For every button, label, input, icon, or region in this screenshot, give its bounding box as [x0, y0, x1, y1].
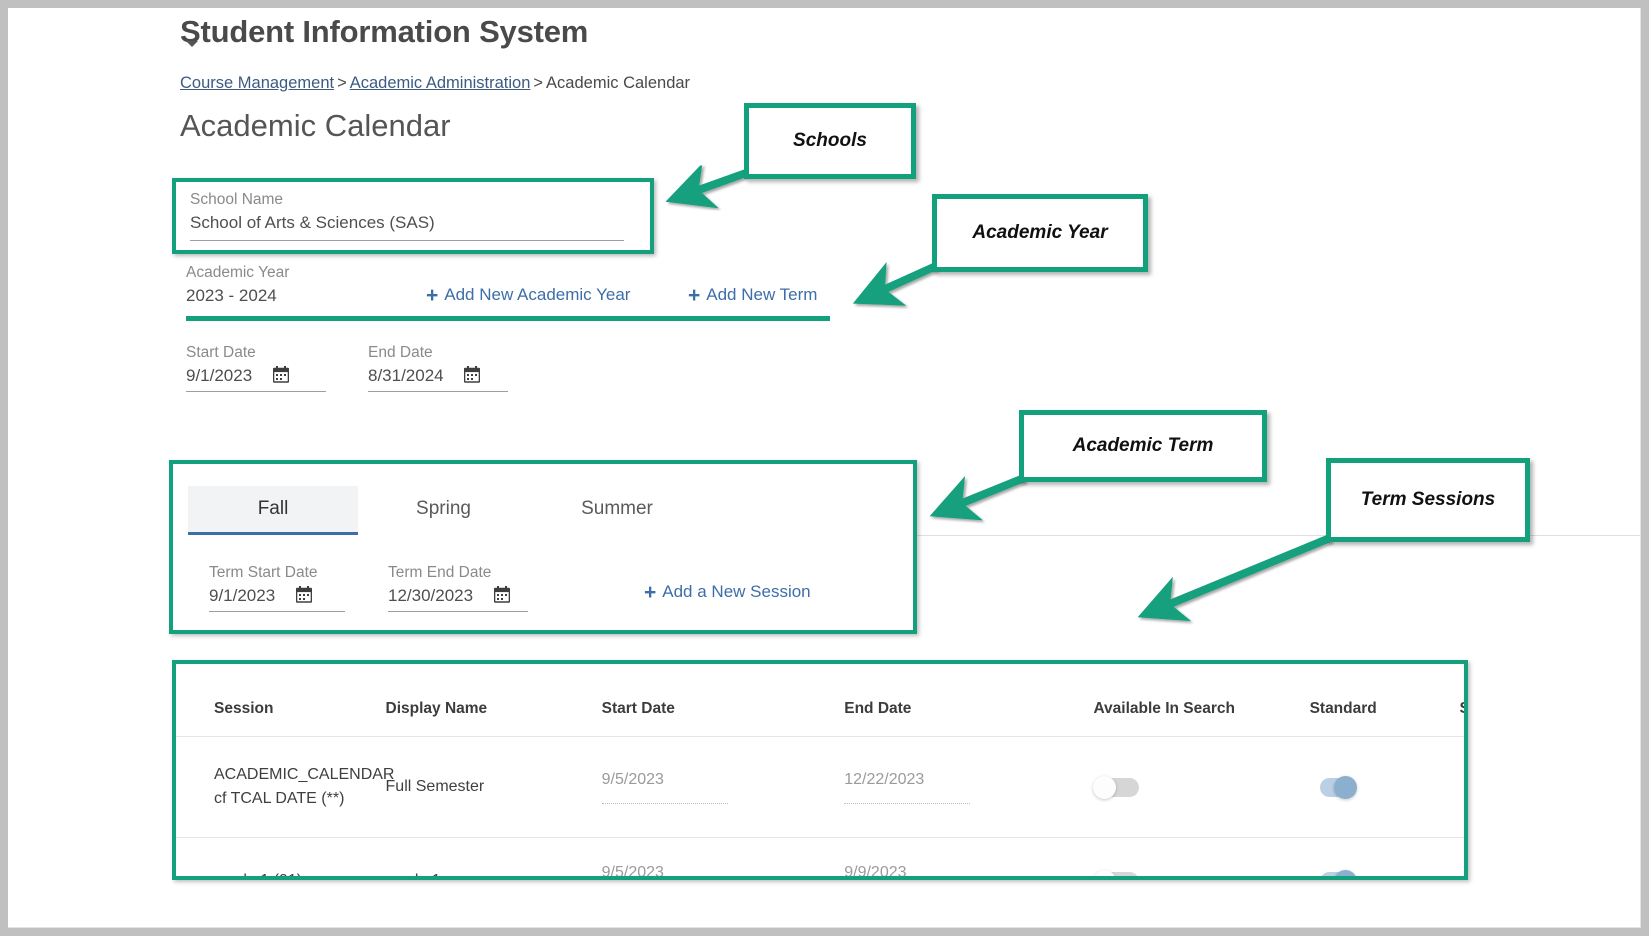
callout-academic-term: Academic Term: [1019, 410, 1267, 482]
arrow-term-sessions: [1137, 534, 1332, 622]
page-frame: Student Information System Course Manage…: [8, 8, 1641, 928]
arrow-academic-year: [852, 261, 938, 306]
arrow-schools: [665, 163, 748, 209]
callout-term-sessions: Term Sessions: [1326, 458, 1530, 542]
callout-academic-year: Academic Year: [932, 194, 1148, 272]
arrow-academic-term: [929, 474, 1026, 521]
callout-schools: Schools: [744, 103, 916, 179]
